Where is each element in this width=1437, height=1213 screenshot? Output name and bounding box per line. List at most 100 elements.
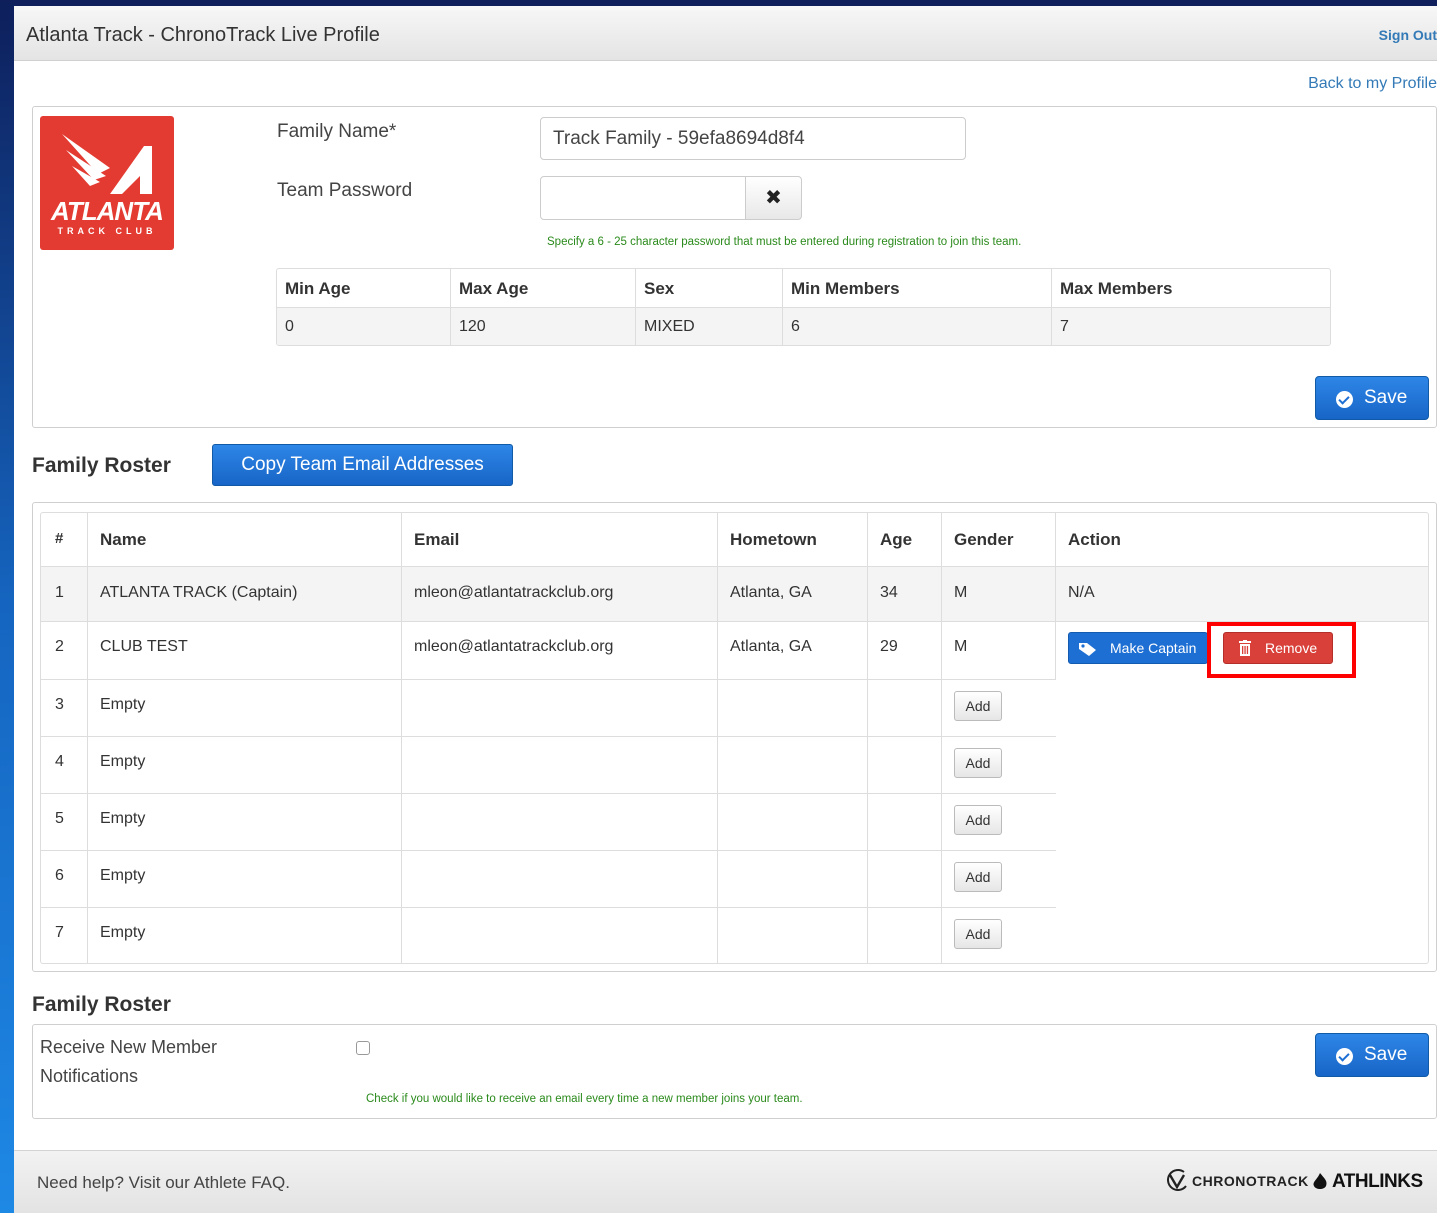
chronotrack-logo-icon	[1167, 1169, 1187, 1191]
row-1-age: 34	[880, 584, 898, 601]
row-5-name: Empty	[100, 810, 146, 827]
team-password-input[interactable]	[540, 176, 746, 220]
divider	[635, 269, 636, 345]
row-3-number: 3	[55, 696, 64, 713]
row-7-name: Empty	[100, 924, 146, 941]
new-member-notifications-checkbox[interactable]	[356, 1041, 370, 1055]
row-2-hometown: Atlanta, GA	[730, 638, 812, 655]
check-circle-icon	[1336, 391, 1353, 408]
value-min-age: 0	[285, 318, 294, 335]
divider	[867, 513, 868, 963]
divider	[41, 793, 1056, 794]
check-circle-icon	[1336, 1048, 1353, 1065]
row-4-number: 4	[55, 753, 64, 770]
divider	[41, 736, 1056, 737]
tag-icon	[1079, 643, 1096, 656]
remove-button-highlight	[1207, 622, 1356, 678]
divider	[41, 566, 1428, 567]
divider	[41, 907, 1056, 908]
add-member-button-4[interactable]: Add	[954, 748, 1002, 778]
header-sex: Sex	[644, 279, 675, 298]
add-member-button-5[interactable]: Add	[954, 805, 1002, 835]
row-1-email: mleon@atlantatrackclub.org	[414, 584, 614, 601]
header-min-members: Min Members	[791, 279, 900, 298]
row-2-email: mleon@atlantatrackclub.org	[414, 638, 614, 655]
sign-out-link[interactable]: Sign Out	[1379, 27, 1437, 43]
row-6-number: 6	[55, 867, 64, 884]
header-max-members: Max Members	[1060, 279, 1173, 298]
divider	[87, 513, 88, 963]
add-member-button-3[interactable]: Add	[954, 691, 1002, 721]
add-member-button-7[interactable]: Add	[954, 919, 1002, 949]
divider	[41, 679, 1056, 680]
column-header-number: #	[55, 530, 64, 547]
constraints-values-row	[277, 307, 1330, 345]
logo-subtitle: TRACK CLUB	[57, 226, 157, 236]
divider	[450, 269, 451, 345]
row-3-name: Empty	[100, 696, 146, 713]
roster-title: Family Roster	[32, 454, 171, 477]
window-left-edge	[0, 0, 14, 1213]
athlinks-flame-icon	[1313, 1173, 1327, 1189]
notifications-title: Family Roster	[32, 993, 171, 1016]
logo-wordmark: ATLANTA	[51, 196, 164, 226]
save-team-button[interactable]: Save	[1315, 376, 1429, 420]
divider	[277, 307, 1330, 308]
header-max-age: Max Age	[459, 279, 529, 298]
value-max-age: 120	[459, 318, 486, 335]
value-sex: MIXED	[644, 318, 695, 335]
add-member-button-6[interactable]: Add	[954, 862, 1002, 892]
column-header-action: Action	[1068, 530, 1121, 549]
column-header-gender: Gender	[954, 530, 1014, 549]
row-1-name: ATLANTA TRACK (Captain)	[100, 584, 298, 601]
column-header-hometown: Hometown	[730, 530, 817, 549]
close-icon: ✖	[765, 187, 782, 209]
title-bar: Atlanta Track - ChronoTrack Live Profile…	[14, 6, 1437, 61]
new-member-notifications-label-line2: Notifications	[40, 1066, 139, 1086]
constraints-table: Min Age Max Age Sex Min Members Max Memb…	[276, 268, 1331, 346]
row-5-number: 5	[55, 810, 64, 827]
page-title: Atlanta Track - ChronoTrack Live Profile	[26, 24, 380, 46]
page: Atlanta Track - ChronoTrack Live Profile…	[14, 6, 1437, 1213]
family-name-input[interactable]: Track Family - 59efa8694d8f4	[540, 117, 966, 160]
row-1-action: N/A	[1068, 584, 1095, 601]
back-to-profile-link[interactable]: Back to my Profile	[1308, 75, 1437, 93]
value-min-members: 6	[791, 318, 800, 335]
column-header-name: Name	[100, 530, 147, 549]
row-1-hometown: Atlanta, GA	[730, 584, 812, 601]
divider	[1051, 269, 1052, 345]
column-header-email: Email	[414, 530, 460, 549]
notifications-hint: Check if you would like to receive an em…	[366, 1093, 803, 1105]
divider	[941, 513, 942, 963]
clear-password-button[interactable]: ✖	[745, 176, 802, 220]
divider	[401, 513, 402, 963]
row-2-age: 29	[880, 638, 898, 655]
row-2-gender: M	[954, 638, 968, 655]
new-member-notifications-label-line1: Receive New Member	[40, 1037, 218, 1057]
divider	[782, 269, 783, 345]
make-captain-label: Make Captain	[1110, 640, 1197, 656]
save-label: Save	[1364, 387, 1408, 408]
athlinks-logo: ATHLINKS	[1332, 1171, 1423, 1192]
save-label: Save	[1364, 1044, 1408, 1065]
copy-team-emails-button[interactable]: Copy Team Email Addresses	[212, 444, 513, 486]
divider	[717, 513, 718, 963]
roster-table: # Name Email Hometown Age Gender Action …	[40, 512, 1429, 964]
team-password-label: Team Password	[277, 180, 413, 201]
value-max-members: 7	[1060, 318, 1069, 335]
header-min-age: Min Age	[285, 279, 351, 298]
row-2-name: CLUB TEST	[100, 638, 188, 655]
row-2-number: 2	[55, 638, 64, 655]
row-7-number: 7	[55, 924, 64, 941]
chronotrack-logo: CHRONOTRACK	[1192, 1173, 1309, 1189]
row-1-number: 1	[55, 584, 64, 601]
make-captain-button[interactable]: Make Captain	[1068, 632, 1208, 664]
row-1-gender: M	[954, 584, 968, 601]
row-6-name: Empty	[100, 867, 146, 884]
divider	[41, 850, 1056, 851]
row-4-name: Empty	[100, 753, 146, 770]
family-name-label: Family Name*	[277, 121, 397, 142]
column-header-age: Age	[880, 530, 913, 549]
athlete-faq-link[interactable]: Need help? Visit our Athlete FAQ.	[37, 1173, 290, 1193]
save-notifications-button[interactable]: Save	[1315, 1033, 1429, 1077]
